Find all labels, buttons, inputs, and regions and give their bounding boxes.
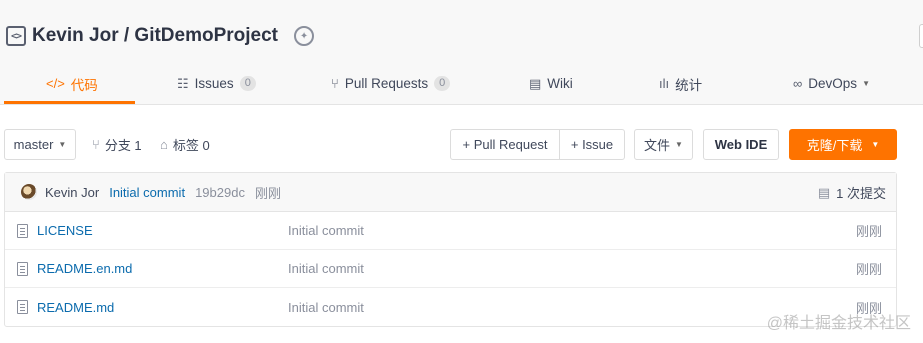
branch-icon: ⑂ [92, 137, 100, 152]
file-menu-button[interactable]: 文件 ▼ [634, 129, 693, 160]
chevron-down-icon: ▼ [58, 140, 67, 149]
commit-history-icon: ▤ [817, 184, 831, 200]
active-tab-indicator [4, 101, 135, 104]
issues-icon: ☷ [177, 75, 189, 91]
file-icon [17, 224, 28, 238]
new-issue-button[interactable]: + Issue [559, 129, 625, 160]
branch-label: master [13, 137, 54, 152]
tab-label: Pull Requests [344, 76, 429, 91]
tab-stats[interactable]: ılı 统计 [659, 62, 702, 105]
file-time: 刚刚 [855, 262, 882, 277]
repo-header: <> Kevin Jor / GitDemoProject ✦ </> 代码 ☷… [0, 0, 923, 105]
commit-time: 刚刚 [254, 185, 281, 201]
tab-count-badge: 0 [239, 76, 256, 91]
commit-author[interactable]: Kevin Jor [45, 185, 99, 200]
clone-label: 克隆/下载 [806, 138, 863, 153]
pull-request-icon: ⑂ [331, 76, 339, 91]
chevron-down-icon: ▼ [675, 140, 683, 149]
header-edge-button[interactable] [919, 24, 923, 48]
commits-count-link[interactable]: ▤ 1 次提交 [818, 173, 886, 212]
tab-label: Issues [194, 76, 234, 91]
repo-tabs: </> 代码 ☷ Issues 0 ⑂ Pull Requests 0 ▤ Wi… [0, 62, 923, 105]
tab-label: 统计 [675, 77, 703, 93]
tab-label: 代码 [70, 77, 98, 93]
issue-label: + Issue [570, 137, 614, 152]
file-name-link[interactable]: LICENSE [37, 223, 93, 238]
award-badge-icon[interactable]: ✦ [294, 26, 315, 46]
file-name-link[interactable]: README.en.md [37, 261, 132, 276]
file-row[interactable]: LICENSE Initial commit 刚刚 [5, 212, 896, 250]
devops-icon: ∞ [793, 76, 803, 91]
commits-count-label: 1 次提交 [836, 186, 886, 201]
tags-link[interactable]: ⌂ 标签 0 [160, 129, 210, 160]
branches-label: 分支 1 [104, 138, 142, 153]
file-commit-message[interactable]: Initial commit [288, 300, 364, 315]
file-list-panel: Kevin Jor Initial commit 19b29dc 刚刚 ▤ 1 … [4, 172, 897, 327]
branches-link[interactable]: ⑂ 分支 1 [92, 129, 142, 160]
tab-pull-requests[interactable]: ⑂ Pull Requests 0 [331, 62, 451, 105]
file-icon [17, 300, 28, 314]
tag-icon: ⌂ [160, 137, 168, 152]
chevron-down-icon: ▼ [862, 79, 870, 88]
file-row[interactable]: README.md Initial commit 刚刚 [5, 288, 896, 326]
file-row[interactable]: README.en.md Initial commit 刚刚 [5, 250, 896, 288]
branch-select[interactable]: master ▼ [4, 129, 76, 160]
tab-devops[interactable]: ∞ DevOps ▼ [793, 62, 870, 105]
repository-icon: <> [6, 26, 26, 46]
tab-wiki[interactable]: ▤ Wiki [529, 62, 573, 105]
tab-code[interactable]: </> 代码 [46, 62, 98, 105]
watermark: @稀土掘金技术社区 [766, 315, 911, 332]
tags-label: 标签 0 [172, 138, 210, 153]
repo-title-bar: <> Kevin Jor / GitDemoProject ✦ [6, 22, 315, 50]
file-icon [17, 262, 28, 276]
commit-message-link[interactable]: Initial commit [109, 185, 185, 200]
file-commit-message[interactable]: Initial commit [288, 261, 364, 276]
repo-toolbar: master ▼ ⑂ 分支 1 ⌂ 标签 0 + Pull Request + … [0, 129, 923, 161]
latest-commit-bar: Kevin Jor Initial commit 19b29dc 刚刚 ▤ 1 … [5, 173, 896, 212]
tab-count-badge: 0 [434, 76, 451, 91]
stats-icon: ılı [659, 76, 670, 91]
commit-sha[interactable]: 19b29dc [195, 185, 245, 200]
web-ide-button[interactable]: Web IDE [703, 129, 779, 160]
tab-label: DevOps [808, 76, 858, 91]
avatar[interactable] [21, 184, 37, 200]
tab-issues[interactable]: ☷ Issues 0 [177, 62, 256, 105]
repo-title[interactable]: Kevin Jor / GitDemoProject [32, 25, 278, 47]
file-commit-message[interactable]: Initial commit [288, 223, 364, 238]
wiki-icon: ▤ [529, 75, 542, 91]
tab-label: Wiki [547, 76, 573, 91]
new-pull-request-button[interactable]: + Pull Request [450, 129, 560, 160]
clone-download-button[interactable]: 克隆/下载 ▼ [789, 129, 897, 160]
pull-request-label: + Pull Request [462, 137, 548, 152]
chevron-down-icon: ▼ [871, 140, 880, 149]
code-icon: </> [46, 76, 65, 91]
web-ide-label: Web IDE [714, 137, 768, 152]
file-label: 文件 [644, 138, 671, 153]
file-name-link[interactable]: README.md [37, 300, 114, 315]
file-time: 刚刚 [855, 224, 882, 239]
